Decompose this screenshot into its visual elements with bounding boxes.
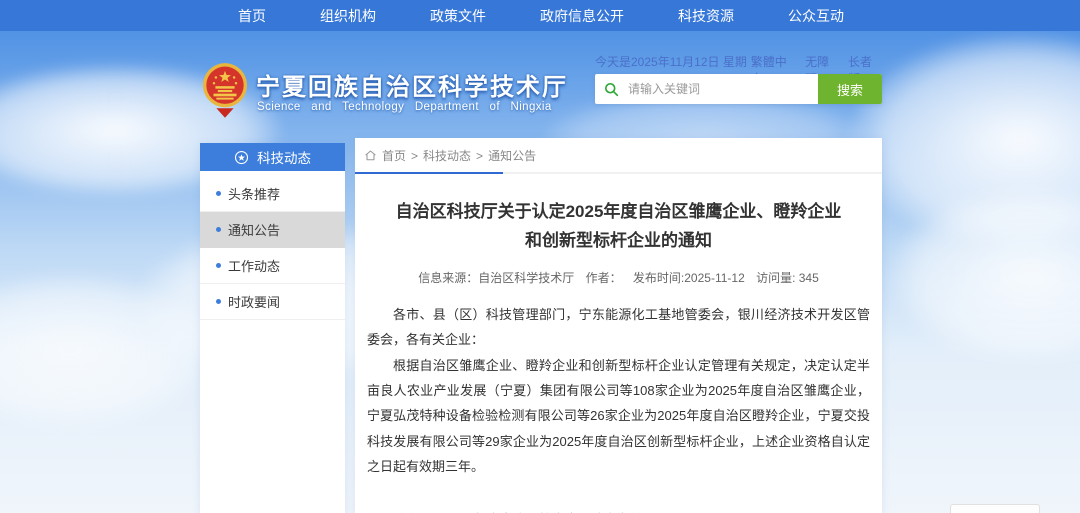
- home-icon: [364, 149, 377, 162]
- article-paragraph: 根据自治区雏鹰企业、瞪羚企业和创新型标杆企业认定管理有关规定，决定认定半亩良人农…: [367, 353, 870, 480]
- list-bullet-icon: [216, 227, 221, 232]
- site-title: 宁夏回族自治区科学技术厅: [256, 67, 568, 102]
- sidebar-item-label: 时政要闻: [228, 292, 280, 311]
- breadcrumb-separator: >: [476, 149, 483, 163]
- page: 首页 组织机构 政策文件 政府信息公开 科技资源 公众互动 宁夏回族自治区科学技…: [0, 0, 1080, 513]
- nav-item-home[interactable]: 首页: [238, 6, 266, 26]
- sidebar-item-current-affairs[interactable]: 时政要闻: [200, 284, 345, 320]
- nav-item-public-interaction[interactable]: 公众互动: [788, 6, 844, 26]
- main-content-panel: 首页 > 科技动态 > 通知公告 自治区科技厅关于认定2025年度自治区雏鹰企业…: [355, 138, 882, 513]
- sidebar-item-headlines[interactable]: 头条推荐: [200, 176, 345, 212]
- sidebar-item-notices[interactable]: 通知公告: [200, 212, 345, 248]
- star-circle-icon: [234, 150, 249, 165]
- search-bar: 搜索: [595, 74, 882, 104]
- sidebar-item-work-updates[interactable]: 工作动态: [200, 248, 345, 284]
- breadcrumb-underline: [355, 172, 503, 174]
- search-input[interactable]: [626, 81, 818, 97]
- breadcrumb-notices[interactable]: 通知公告: [488, 147, 536, 164]
- list-bullet-icon: [216, 263, 221, 268]
- sidebar-header-tech-news[interactable]: 科技动态: [200, 143, 345, 171]
- sidebar-item-label: 通知公告: [228, 220, 280, 239]
- breadcrumb-home[interactable]: 首页: [382, 147, 406, 164]
- search-icon: [604, 82, 619, 97]
- meta-author: 作者：: [586, 271, 622, 285]
- meta-source: 信息来源：自治区科学技术厅: [418, 271, 574, 285]
- attachments-label: 附件：: [395, 510, 434, 513]
- article-title-line1: 自治区科技厅关于认定2025年度自治区雏鹰企业、瞪羚企业: [383, 198, 854, 227]
- breadcrumb-separator: >: [411, 149, 418, 163]
- meta-visit-count: 访问量: 345: [756, 271, 819, 285]
- search-button[interactable]: 搜索: [818, 74, 882, 104]
- nav-item-organization[interactable]: 组织机构: [320, 6, 376, 26]
- nav-item-policy-documents[interactable]: 政策文件: [430, 6, 486, 26]
- attachment-link[interactable]: 1.2025年度自治区雏鹰企业认定名单: [434, 510, 682, 513]
- site-subtitle: Science and Technology Department of Nin…: [257, 101, 552, 113]
- list-bullet-icon: [216, 191, 221, 196]
- sidebar-item-label: 工作动态: [228, 256, 280, 275]
- breadcrumb-tech-news[interactable]: 科技动态: [423, 147, 471, 164]
- article-paragraph: 各市、县（区）科技管理部门，宁东能源化工基地管委会，银川经济技术开发区管委会，各…: [367, 302, 870, 353]
- nav-item-tech-resources[interactable]: 科技资源: [678, 6, 734, 26]
- top-navigation-bar: 首页 组织机构 政策文件 政府信息公开 科技资源 公众互动: [0, 0, 1080, 31]
- breadcrumb: 首页 > 科技动态 > 通知公告: [355, 138, 882, 174]
- national-emblem-icon: [202, 61, 248, 119]
- list-bullet-icon: [216, 299, 221, 304]
- sidebar-title: 科技动态: [257, 147, 311, 167]
- article-title-line2: 和创新型标杆企业的通知: [383, 227, 854, 256]
- sidebar: 科技动态 头条推荐 通知公告 工作动态 时政要闻: [200, 143, 345, 513]
- sidebar-item-label: 头条推荐: [228, 184, 280, 203]
- article-title: 自治区科技厅关于认定2025年度自治区雏鹰企业、瞪羚企业 和创新型标杆企业的通知: [383, 198, 854, 255]
- floating-widget[interactable]: [950, 504, 1040, 513]
- article-body: 各市、县（区）科技管理部门，宁东能源化工基地管委会，银川经济技术开发区管委会，各…: [367, 302, 870, 479]
- meta-publish-time: 发布时间:2025-11-12: [633, 271, 745, 285]
- article-meta: 信息来源：自治区科学技术厅 作者： 发布时间:2025-11-12 访问量: 3…: [355, 269, 882, 286]
- attachments-section: 附件： 1.2025年度自治区雏鹰企业认定名单 2.2025年度自治区瞪羚企业认…: [395, 510, 882, 513]
- nav-item-gov-info-disclosure[interactable]: 政府信息公开: [540, 6, 624, 26]
